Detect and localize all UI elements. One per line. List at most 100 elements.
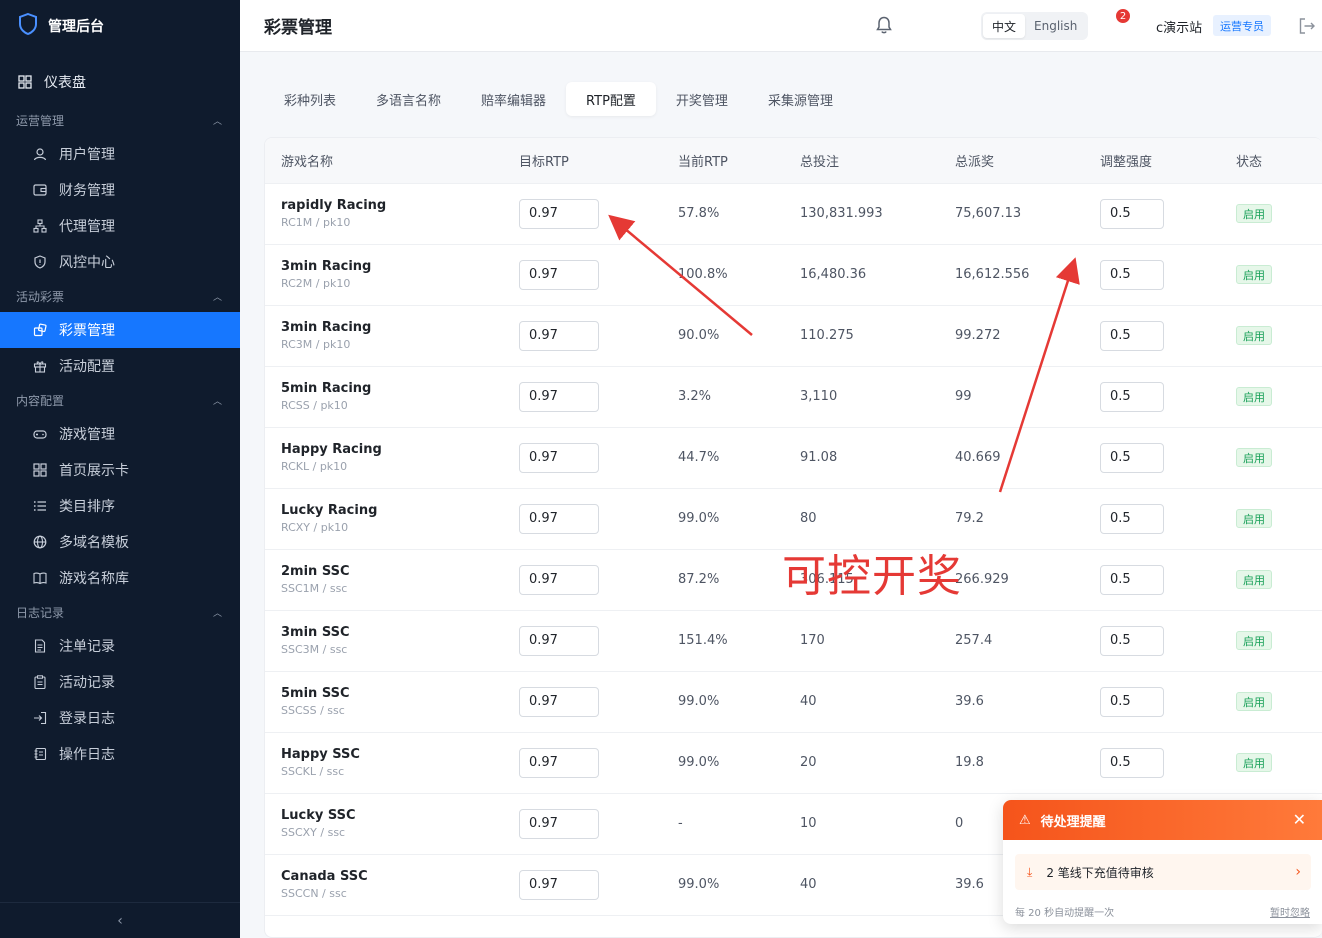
sidebar-group-ops[interactable]: 运营管理 ︿ [0,104,240,136]
cell-target-rtp: 0.97 [503,427,662,488]
adjust-strength-input[interactable]: 0.5 [1100,381,1164,412]
target-rtp-input[interactable]: 0.97 [519,686,599,717]
status-badge[interactable]: 启用 [1236,509,1272,528]
adjust-strength-input[interactable]: 0.5 [1100,686,1164,717]
adjust-strength-input[interactable]: 0.5 [1100,320,1164,351]
target-rtp-input[interactable]: 0.97 [519,320,599,351]
status-badge[interactable]: 启用 [1236,570,1272,589]
cell-total-bet: 91.08 [800,450,838,465]
cell-current-rtp: 44.7% [678,450,720,465]
cell-target-rtp: 0.97 [503,366,662,427]
sidebar-item-users[interactable]: 用户管理 [0,136,240,172]
game-name: Happy Racing [281,442,382,457]
lang-option-en[interactable]: English [1025,14,1086,38]
status-badge[interactable]: 启用 [1236,204,1272,223]
cell-game-name: Canada SSC SSCCN / ssc [265,854,503,915]
adjust-strength-input[interactable]: 0.5 [1100,503,1164,534]
sidebar-item-category-sort[interactable]: 类目排序 [0,488,240,524]
cell-current-rtp [662,915,784,937]
table-header-row: 游戏名称 目标RTP 当前RTP 总投注 总派奖 调整强度 状态 [265,138,1322,183]
target-rtp-input[interactable]: 0.97 [519,808,599,839]
status-badge[interactable]: 启用 [1236,753,1272,772]
adjust-strength-input[interactable]: 0.5 [1100,625,1164,656]
logo[interactable]: 管理后台 [0,0,240,52]
adjust-strength-input[interactable]: 0.5 [1100,747,1164,778]
adjust-strength-input[interactable]: 0.5 [1100,564,1164,595]
target-rtp-input[interactable]: 0.97 [519,503,599,534]
cell-total-payout: 39.6 [955,694,984,709]
sidebar-item-login-logs[interactable]: 登录日志 [0,700,240,736]
target-rtp-input[interactable]: 0.97 [519,259,599,290]
shield-icon [33,255,47,269]
sidebar-item-finance[interactable]: 财务管理 [0,172,240,208]
target-rtp-input[interactable]: 0.97 [519,747,599,778]
sidebar-item-home-cards[interactable]: 首页展示卡 [0,452,240,488]
sidebar-item-activity-records[interactable]: 活动记录 [0,664,240,700]
cell-total-bet: 110.275 [800,328,854,343]
target-rtp-input[interactable]: 0.97 [519,625,599,656]
cell-total-bet: 3,110 [800,389,838,404]
sidebar-item-game-names[interactable]: 游戏名称库 [0,560,240,596]
sidebar-item-activity-config[interactable]: 活动配置 [0,348,240,384]
cell-current-rtp: 3.2% [678,389,712,404]
tab-multilang-names[interactable]: 多语言名称 [356,82,461,116]
sidebar-item-operation-logs[interactable]: 操作日志 [0,736,240,772]
sidebar-item-risk[interactable]: 风控中心 [0,244,240,280]
notification-item[interactable]: ⤓ 2 笔线下充值待审核 › [1015,854,1311,890]
game-name: 5min Racing [281,381,372,396]
tab-lottery-list[interactable]: 彩种列表 [264,82,356,116]
sidebar-item-bet-records[interactable]: 注单记录 [0,628,240,664]
status-badge[interactable]: 启用 [1236,631,1272,650]
cell-status: 启用 [1220,244,1322,305]
status-badge[interactable]: 启用 [1236,692,1272,711]
sidebar-item-domain-templates[interactable]: 多域名模板 [0,524,240,560]
adjust-strength-input[interactable]: 0.5 [1100,442,1164,473]
cell-total-payout: 99.272 [955,328,1001,343]
target-rtp-input[interactable]: 0.97 [519,442,599,473]
adjust-strength-input[interactable]: 0.5 [1100,198,1164,229]
ignore-link[interactable]: 暂时忽略 [1270,904,1310,919]
target-rtp-input[interactable]: 0.97 [519,564,599,595]
sidebar-group-logs[interactable]: 日志记录 ︿ [0,596,240,628]
game-code: SSC3M / ssc [281,643,348,656]
close-icon[interactable]: ✕ [1293,810,1306,829]
logout-icon[interactable] [1298,17,1316,35]
cell-current-rtp: 99.0% [678,694,720,709]
bell-icon[interactable] [874,15,894,35]
target-rtp-input[interactable]: 0.97 [519,869,599,900]
sidebar-item-label: 活动记录 [59,675,115,691]
tab-draw-management[interactable]: 开奖管理 [656,82,748,116]
status-badge[interactable]: 启用 [1236,265,1272,284]
sidebar-item-dashboard[interactable]: 仪表盘 [0,60,240,104]
sidebar-item-label: 财务管理 [59,183,115,199]
table-row: rapidly Racing RC1M / pk10 0.97 57.8% 130,83… [265,183,1322,244]
sidebar-group-content[interactable]: 内容配置 ︿ [0,384,240,416]
cell-total-payout: 16,612.556 [955,267,1030,282]
login-icon [33,711,47,725]
status-badge[interactable]: 启用 [1236,326,1272,345]
cell-total-bet: 10 [800,816,817,831]
list-icon [33,499,47,513]
column-header-status: 状态 [1236,154,1263,170]
status-badge[interactable]: 启用 [1236,387,1272,406]
target-rtp-input[interactable]: 0.97 [519,381,599,412]
sidebar-collapse-button[interactable]: ‹ [0,902,240,938]
cell-total-payout: 19.8 [955,755,984,770]
chevron-up-icon: ︿ [212,608,222,619]
tab-odds-editor[interactable]: 赔率编辑器 [461,82,566,116]
status-badge[interactable]: 启用 [1236,448,1272,467]
tab-source-management[interactable]: 采集源管理 [748,82,853,116]
target-rtp-input[interactable]: 0.97 [519,198,599,229]
sidebar-item-agents[interactable]: 代理管理 [0,208,240,244]
tab-rtp-config[interactable]: RTP配置 [566,82,656,116]
cell-total-payout: 257.4 [955,633,993,648]
sidebar-item-games[interactable]: 游戏管理 [0,416,240,452]
lang-option-zh[interactable]: 中文 [983,14,1026,38]
chevron-up-icon: ︿ [212,396,222,407]
grid-icon [18,75,32,89]
sidebar-item-label: 活动配置 [59,359,115,375]
sidebar-item-lottery[interactable]: 彩票管理 [0,312,240,348]
adjust-strength-input[interactable]: 0.5 [1100,259,1164,290]
sidebar-group-lottery[interactable]: 活动彩票 ︿ [0,280,240,312]
cell-target-rtp: 0.97 [503,854,662,915]
